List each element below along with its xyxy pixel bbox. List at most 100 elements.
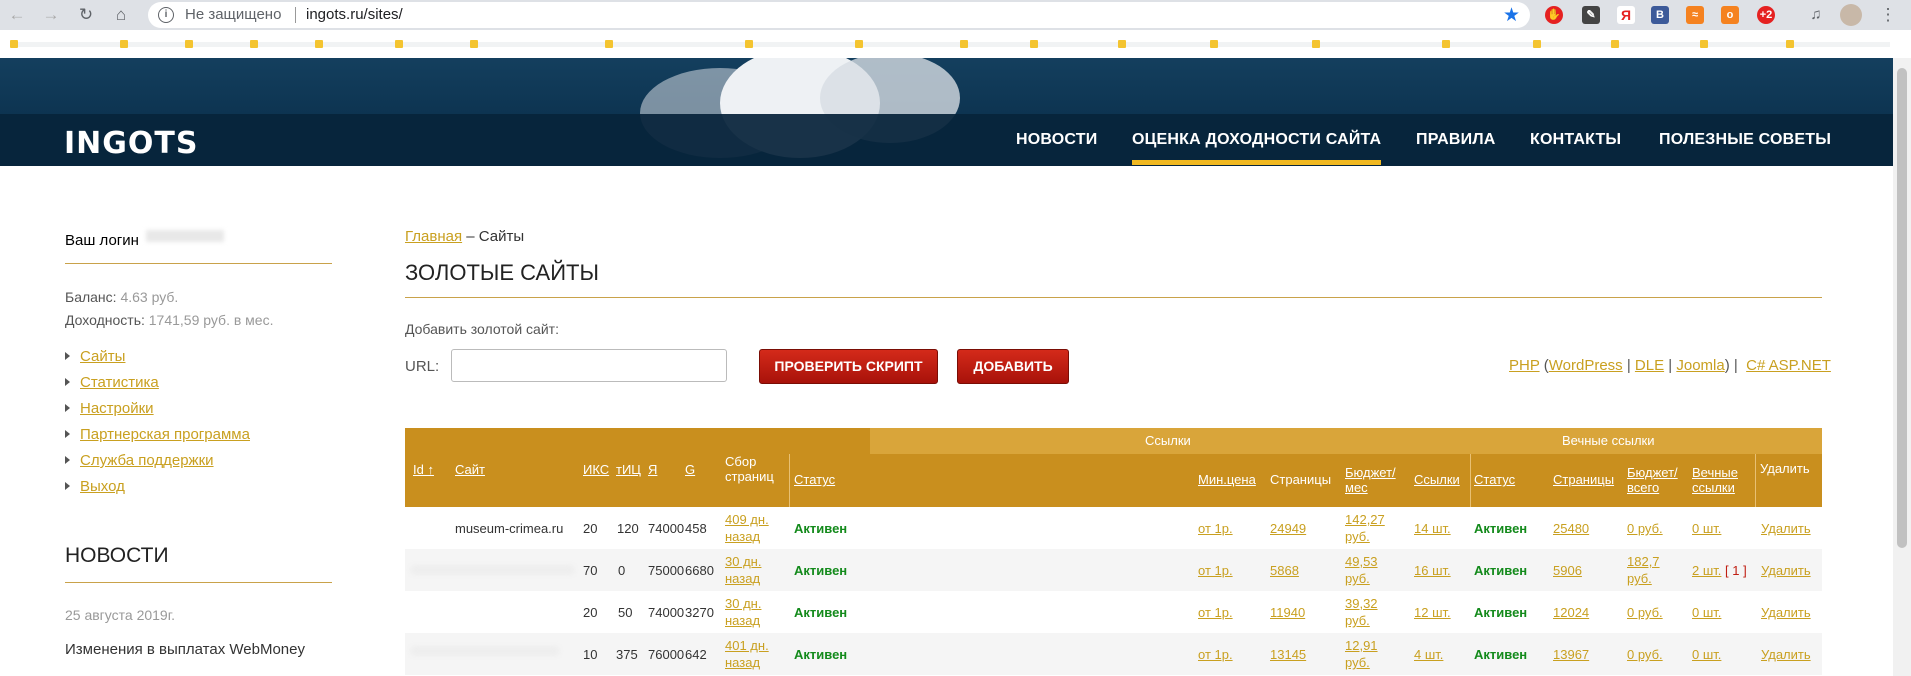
- sidebar-link-label[interactable]: Служба поддержки: [80, 452, 214, 469]
- cms-joomla-link[interactable]: Joomla: [1676, 357, 1724, 374]
- cell-e-budget[interactable]: 182,7 руб.: [1627, 553, 1677, 587]
- back-icon[interactable]: ←: [6, 4, 28, 26]
- cell-e-pages[interactable]: 13967: [1553, 646, 1589, 663]
- odnoklassniki-extension-icon[interactable]: o: [1721, 6, 1739, 24]
- cell-budget[interactable]: 49,53 руб.: [1345, 553, 1395, 587]
- cms-php-link[interactable]: PHP: [1509, 357, 1540, 374]
- col-budget[interactable]: Бюджет/ мес: [1345, 465, 1400, 495]
- col-e-links[interactable]: Вечные ссылки: [1692, 465, 1747, 495]
- profile-avatar[interactable]: [1840, 4, 1862, 26]
- delete-link[interactable]: Удалить: [1761, 604, 1811, 621]
- cell-min-price[interactable]: от 1р.: [1198, 520, 1233, 537]
- add-site-button[interactable]: ДОБАВИТЬ: [957, 349, 1069, 384]
- sidebar-link-settings[interactable]: Настройки: [65, 400, 154, 417]
- site-logo[interactable]: INGOTS: [64, 126, 198, 161]
- notification-extension-icon[interactable]: +2: [1757, 6, 1775, 24]
- cell-min-price[interactable]: от 1р.: [1198, 646, 1233, 663]
- cell-e-pages[interactable]: 5906: [1553, 562, 1582, 579]
- col-e-budget[interactable]: Бюджет/ всего: [1627, 465, 1683, 495]
- reload-icon[interactable]: ↻: [75, 4, 97, 26]
- bookmark-folder-icon[interactable]: [1442, 40, 1450, 48]
- media-icon[interactable]: ♫: [1805, 4, 1827, 26]
- news-item[interactable]: Изменения в выплатах WebMoney: [65, 641, 305, 658]
- cell-collect[interactable]: 401 дн. назад: [725, 637, 780, 671]
- cell-e-links[interactable]: 0 шт.: [1692, 646, 1721, 663]
- cell-budget[interactable]: 39,32 руб.: [1345, 595, 1395, 629]
- cell-min-price[interactable]: от 1р.: [1198, 604, 1233, 621]
- delete-link[interactable]: Удалить: [1761, 520, 1811, 537]
- menu-dots-icon[interactable]: ⋮: [1877, 4, 1899, 26]
- col-e-status[interactable]: Статус: [1474, 472, 1515, 487]
- sidebar-link-label[interactable]: Сайты: [80, 348, 125, 365]
- cell-e-pages[interactable]: 12024: [1553, 604, 1589, 621]
- cell-e-links[interactable]: 0 шт.: [1692, 520, 1721, 537]
- cell-e-budget[interactable]: 0 руб.: [1627, 604, 1663, 621]
- col-status[interactable]: Статус: [794, 472, 835, 487]
- sidebar-link-label[interactable]: Партнерская программа: [80, 426, 250, 443]
- breadcrumb-home[interactable]: Главная: [405, 228, 462, 245]
- sidebar-link-label[interactable]: Статистика: [80, 374, 159, 391]
- bookmark-folder-icon[interactable]: [1210, 40, 1218, 48]
- col-site[interactable]: Сайт: [455, 462, 485, 477]
- col-e-pages[interactable]: Страницы: [1553, 472, 1614, 487]
- cell-collect[interactable]: 409 дн. назад: [725, 511, 780, 545]
- bookmark-folder-icon[interactable]: [315, 40, 323, 48]
- col-id[interactable]: Id ↑: [413, 462, 434, 477]
- cms-wordpress-link[interactable]: WordPress: [1549, 357, 1623, 374]
- bookmark-folder-icon[interactable]: [855, 40, 863, 48]
- col-tic[interactable]: тИЦ: [616, 462, 641, 477]
- nav-news[interactable]: НОВОСТИ: [1016, 131, 1097, 149]
- cell-pages[interactable]: 13145: [1270, 646, 1306, 663]
- sidebar-link-logout[interactable]: Выход: [65, 478, 125, 495]
- cell-links[interactable]: 12 шт.: [1414, 604, 1451, 621]
- cell-e-links[interactable]: 2 шт.: [1692, 562, 1721, 579]
- sidebar-link-label[interactable]: Настройки: [80, 400, 154, 417]
- bookmark-star-icon[interactable]: ★: [1503, 4, 1520, 27]
- page-scrollbar[interactable]: [1893, 58, 1911, 676]
- adblock-extension-icon[interactable]: ✋: [1545, 6, 1563, 24]
- sidebar-link-stats[interactable]: Статистика: [65, 374, 159, 391]
- sidebar-link-partner[interactable]: Партнерская программа: [65, 426, 250, 443]
- rss-extension-icon[interactable]: ≈: [1686, 6, 1704, 24]
- home-icon[interactable]: ⌂: [110, 4, 132, 26]
- cell-e-links[interactable]: 0 шт.: [1692, 604, 1721, 621]
- delete-link[interactable]: Удалить: [1761, 562, 1811, 579]
- cell-collect[interactable]: 30 дн. назад: [725, 553, 780, 587]
- yandex-extension-icon[interactable]: Я: [1617, 6, 1635, 24]
- bookmark-folder-icon[interactable]: [1611, 40, 1619, 48]
- url-input[interactable]: [451, 349, 727, 382]
- bookmark-folder-icon[interactable]: [250, 40, 258, 48]
- bookmark-folder-icon[interactable]: [745, 40, 753, 48]
- forward-icon[interactable]: →: [40, 4, 62, 26]
- bookmark-folder-icon[interactable]: [395, 40, 403, 48]
- nav-contacts[interactable]: КОНТАКТЫ: [1530, 131, 1621, 149]
- cell-budget[interactable]: 12,91 руб.: [1345, 637, 1395, 671]
- cell-e-links-extra[interactable]: [ 1 ]: [1725, 562, 1747, 579]
- bookmark-folder-icon[interactable]: [1786, 40, 1794, 48]
- cell-e-pages[interactable]: 25480: [1553, 520, 1589, 537]
- nav-site-income[interactable]: ОЦЕНКА ДОХОДНОСТИ САЙТА: [1132, 131, 1381, 149]
- bookmark-folder-icon[interactable]: [470, 40, 478, 48]
- cell-links[interactable]: 16 шт.: [1414, 562, 1451, 579]
- col-ya[interactable]: Я: [648, 462, 657, 477]
- sidebar-link-label[interactable]: Выход: [80, 478, 125, 495]
- bookmark-folder-icon[interactable]: [10, 40, 18, 48]
- check-script-button[interactable]: ПРОВЕРИТЬ СКРИПТ: [759, 349, 938, 384]
- nav-rules[interactable]: ПРАВИЛА: [1416, 131, 1496, 149]
- cell-pages[interactable]: 24949: [1270, 520, 1306, 537]
- bookmark-folder-icon[interactable]: [1118, 40, 1126, 48]
- cell-links[interactable]: 14 шт.: [1414, 520, 1451, 537]
- sidebar-link-sites[interactable]: Сайты: [65, 348, 125, 365]
- cell-min-price[interactable]: от 1р.: [1198, 562, 1233, 579]
- cell-e-budget[interactable]: 0 руб.: [1627, 646, 1663, 663]
- bookmark-folder-icon[interactable]: [120, 40, 128, 48]
- delete-link[interactable]: Удалить: [1761, 646, 1811, 663]
- cell-collect[interactable]: 30 дн. назад: [725, 595, 780, 629]
- col-links[interactable]: Ссылки: [1414, 472, 1460, 487]
- cms-dle-link[interactable]: DLE: [1635, 357, 1664, 374]
- url-text[interactable]: ingots.ru/sites/: [306, 6, 403, 23]
- bookmark-folder-icon[interactable]: [605, 40, 613, 48]
- cell-e-budget[interactable]: 0 руб.: [1627, 520, 1663, 537]
- col-min-price[interactable]: Мин.цена: [1198, 472, 1256, 487]
- info-icon[interactable]: i: [158, 7, 174, 23]
